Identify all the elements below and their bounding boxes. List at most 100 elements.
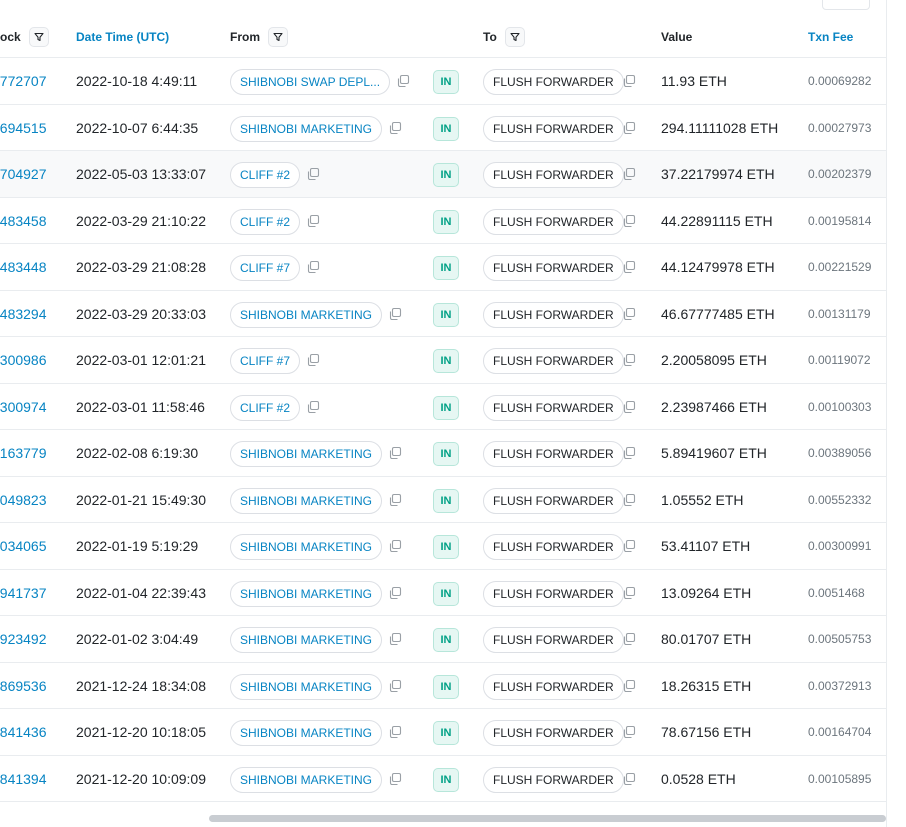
txn-fee-cell: 0.00105895 (808, 771, 872, 786)
block-number-link[interactable]: 4300986 (0, 337, 54, 383)
block-number-link[interactable]: 5772707 (0, 58, 54, 104)
date-time-cell: 2022-01-19 5:19:29 (76, 538, 199, 554)
copy-icon[interactable] (622, 539, 636, 553)
to-address-pill[interactable]: FLUSH FORWARDER (483, 348, 624, 374)
to-address-pill[interactable]: FLUSH FORWARDER (483, 673, 624, 700)
direction-in-badge: IN (433, 581, 459, 606)
block-number-link[interactable]: 4049823 (0, 477, 54, 523)
value-cell: 53.41107 ETH (661, 538, 751, 554)
from-address-pill[interactable]: SHIBNOBI MARKETING (230, 115, 383, 142)
from-address-pill[interactable]: SHIBNOBI MARKETING (230, 766, 383, 793)
to-address-pill[interactable]: FLUSH FORWARDER (483, 69, 624, 95)
horizontal-scrollbar[interactable] (209, 815, 886, 822)
copy-icon[interactable] (306, 260, 320, 274)
copy-icon[interactable] (388, 493, 402, 507)
txn-fee-cell: 0.00131179 (808, 306, 871, 321)
copy-icon[interactable] (622, 121, 636, 135)
from-address-pill[interactable]: SHIBNOBI MARKETING (230, 301, 383, 328)
copy-icon[interactable] (622, 214, 636, 228)
txn-fee-cell: 0.00069282 (808, 74, 872, 88)
from-address-pill[interactable]: CLIFF #2 (230, 394, 301, 421)
to-address-pill[interactable]: FLUSH FORWARDER (483, 162, 624, 188)
block-number-link[interactable]: 3923492 (0, 616, 54, 662)
copy-icon[interactable] (622, 74, 636, 88)
from-address-pill[interactable]: SHIBNOBI MARKETING (230, 627, 383, 653)
block-number-link[interactable]: 4483294 (0, 291, 54, 337)
to-address-pill[interactable]: FLUSH FORWARDER (483, 487, 624, 514)
from-filter-button[interactable] (268, 27, 288, 47)
filter-icon (273, 32, 283, 42)
column-header-value: Value (661, 30, 693, 44)
txn-fee-cell: 0.00195814 (808, 213, 872, 228)
block-number-link[interactable]: 3941737 (0, 570, 54, 616)
copy-icon[interactable] (396, 74, 410, 88)
copy-icon[interactable] (388, 632, 402, 646)
copy-icon[interactable] (622, 167, 636, 181)
to-address-pill[interactable]: FLUSH FORWARDER (483, 255, 624, 281)
from-address-pill[interactable]: SHIBNOBI MARKETING (230, 580, 383, 607)
toolbar-button[interactable] (822, 0, 870, 10)
from-address-pill[interactable]: SHIBNOBI MARKETING (230, 534, 383, 560)
column-header-txn-fee[interactable]: Txn Fee (808, 18, 853, 57)
block-number-link[interactable]: 3841394 (0, 756, 54, 802)
copy-icon[interactable] (622, 307, 636, 321)
block-number-link[interactable]: 4704927 (0, 151, 54, 197)
copy-icon[interactable] (388, 679, 402, 693)
copy-icon[interactable] (622, 586, 636, 600)
to-address-pill[interactable]: FLUSH FORWARDER (483, 441, 624, 467)
from-address-pill[interactable]: SHIBNOBI MARKETING (230, 441, 383, 467)
block-number-link[interactable]: 4034065 (0, 523, 54, 569)
copy-icon[interactable] (622, 772, 636, 786)
copy-icon[interactable] (388, 725, 402, 739)
from-address-pill[interactable]: CLIFF #7 (230, 348, 301, 374)
copy-icon[interactable] (622, 353, 636, 367)
from-address-pill[interactable]: SHIBNOBI SWAP DEPL... (230, 69, 391, 95)
block-number-link[interactable]: 4163779 (0, 430, 54, 476)
from-address-pill[interactable]: CLIFF #2 (230, 208, 301, 235)
from-address-pill[interactable]: SHIBNOBI MARKETING (230, 487, 383, 514)
txn-fee-cell: 0.00221529 (808, 260, 872, 274)
copy-icon[interactable] (306, 400, 320, 414)
column-header-date[interactable]: Date Time (UTC) (76, 18, 169, 57)
block-number-link[interactable]: 4483448 (0, 244, 54, 290)
date-time-cell: 2022-01-04 22:39:43 (76, 584, 206, 601)
to-address-pill[interactable]: FLUSH FORWARDER (483, 720, 624, 746)
copy-icon[interactable] (306, 214, 320, 228)
copy-icon[interactable] (622, 400, 636, 414)
copy-icon[interactable] (388, 307, 402, 321)
to-address-pill[interactable]: FLUSH FORWARDER (483, 627, 624, 653)
block-number-link[interactable]: 3841436 (0, 709, 54, 755)
table-header: ock Date Time (UTC) From To Value Txn Fe… (0, 18, 886, 58)
copy-icon[interactable] (622, 493, 636, 507)
to-filter-button[interactable] (505, 27, 525, 47)
to-address-pill[interactable]: FLUSH FORWARDER (483, 301, 624, 328)
copy-icon[interactable] (388, 586, 402, 600)
to-address-pill[interactable]: FLUSH FORWARDER (483, 115, 624, 142)
block-number-link[interactable]: 5694515 (0, 105, 54, 151)
from-address-pill[interactable]: CLIFF #7 (230, 255, 301, 281)
copy-icon[interactable] (388, 772, 402, 786)
copy-icon[interactable] (622, 446, 636, 460)
to-address-pill[interactable]: FLUSH FORWARDER (483, 534, 624, 560)
copy-icon[interactable] (306, 167, 320, 181)
copy-icon[interactable] (388, 121, 402, 135)
block-number-link[interactable]: 4300974 (0, 384, 54, 430)
to-address-pill[interactable]: FLUSH FORWARDER (483, 580, 624, 607)
copy-icon[interactable] (388, 446, 402, 460)
to-address-pill[interactable]: FLUSH FORWARDER (483, 766, 624, 793)
block-number-link[interactable]: 4483458 (0, 198, 54, 244)
from-address-pill[interactable]: CLIFF #2 (230, 162, 301, 188)
copy-icon[interactable] (622, 632, 636, 646)
to-address-pill[interactable]: FLUSH FORWARDER (483, 208, 624, 235)
block-number-link[interactable]: 3869536 (0, 663, 54, 709)
copy-icon[interactable] (622, 725, 636, 739)
from-address-pill[interactable]: SHIBNOBI MARKETING (230, 673, 383, 700)
from-address-pill[interactable]: SHIBNOBI MARKETING (230, 720, 383, 746)
copy-icon[interactable] (622, 260, 636, 274)
copy-icon[interactable] (306, 353, 320, 367)
to-address-pill[interactable]: FLUSH FORWARDER (483, 394, 624, 421)
copy-icon[interactable] (622, 679, 636, 693)
block-filter-button[interactable] (29, 27, 49, 47)
copy-icon[interactable] (388, 539, 402, 553)
txn-fee-cell: 0.00300991 (808, 539, 872, 553)
